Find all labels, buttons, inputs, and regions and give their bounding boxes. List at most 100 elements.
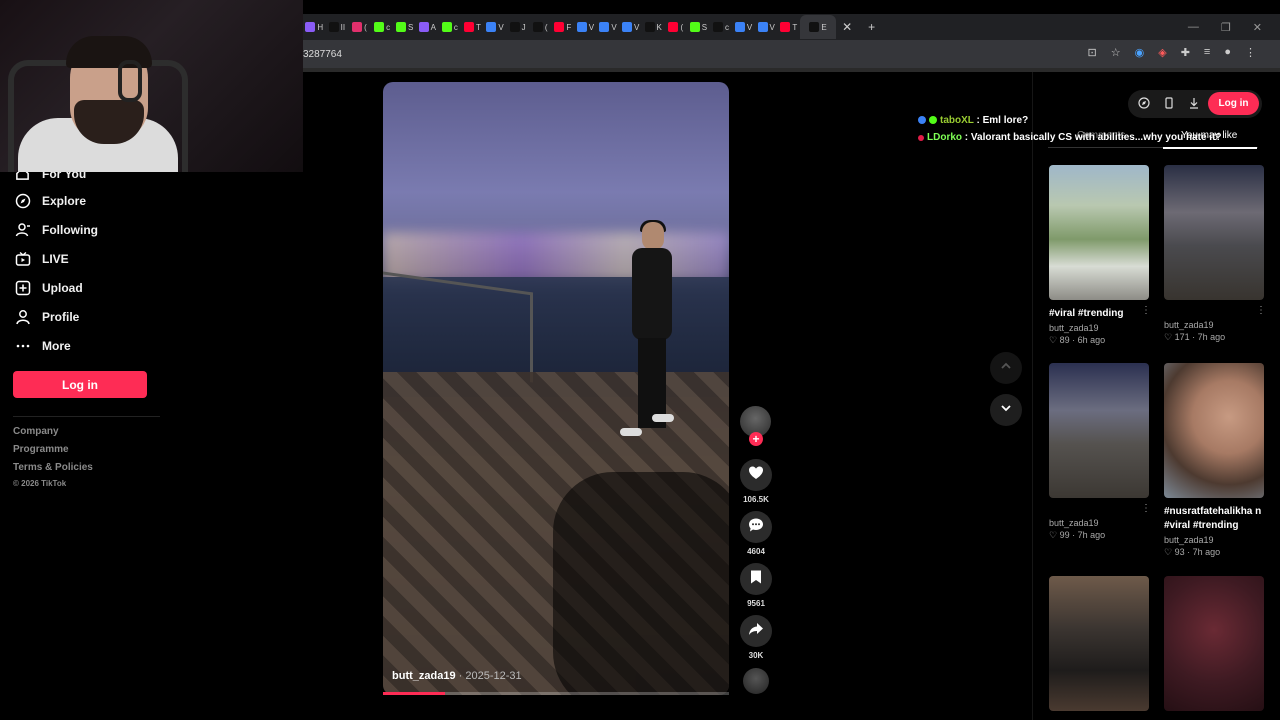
browser-tab[interactable]: T [461, 15, 484, 39]
screen: H II (c S Ac T V J (F V V V K (Sc V V T E ✕ + — ❐ ✕ 3287764… [0, 0, 1280, 720]
browser-tab[interactable]: II [326, 15, 349, 39]
browser-tab[interactable]: V [484, 15, 507, 39]
browser-tab[interactable]: c [710, 15, 733, 39]
browser-tab[interactable]: c [439, 15, 462, 39]
video-thumbnail[interactable] [1049, 576, 1149, 711]
browser-tab[interactable]: ( [529, 15, 552, 39]
badge-icon [918, 135, 924, 141]
browser-toolbar-icons: ⊡ ☆ ◉ ◈ ✚ ≡ ● ⋮ [1088, 46, 1256, 59]
browser-tab[interactable]: c [371, 15, 394, 39]
footer-link-company[interactable]: Company [13, 426, 59, 437]
suggested-video-card[interactable]: #viral #trending butt_zada19 ♡ 89 · 6h a… [1049, 165, 1159, 346]
suggested-video-card[interactable] [1049, 576, 1159, 711]
sound-avatar[interactable] [743, 668, 769, 694]
like-button[interactable] [740, 459, 772, 491]
download-icon[interactable] [1188, 96, 1200, 114]
chevron-down-icon [999, 401, 1013, 420]
device-icon[interactable] [1163, 96, 1175, 114]
header-login-button[interactable]: Log in [1208, 92, 1259, 115]
maximize-icon[interactable]: ❐ [1221, 21, 1231, 34]
suggested-video-card[interactable]: #nusratfatehalikha n #viral #trending bu… [1164, 363, 1274, 558]
tab-favicon-icon [305, 22, 316, 32]
minimize-icon[interactable]: — [1188, 21, 1199, 33]
card-time: 7h ago [1077, 530, 1106, 540]
install-icon[interactable]: ⊡ [1088, 46, 1097, 59]
tab-favicon-icon [644, 22, 655, 32]
save-button[interactable] [740, 563, 772, 595]
browser-tab[interactable]: S [393, 15, 416, 39]
browser-tab[interactable]: ( [348, 15, 371, 39]
nav-explore[interactable]: Explore [14, 192, 86, 209]
suggested-video-card[interactable]: butt_zada19 ♡ 171 · 7h ago [1164, 165, 1274, 343]
browser-tab[interactable]: S [687, 15, 710, 39]
explore-icon[interactable] [1138, 96, 1150, 114]
previous-video-button[interactable] [990, 352, 1022, 384]
card-menu-icon[interactable]: ⋮ [1141, 305, 1151, 316]
browser-tab[interactable]: V [732, 15, 755, 39]
tab-favicon-icon [352, 22, 363, 32]
browser-tab[interactable]: V [619, 15, 642, 39]
suggested-video-card[interactable] [1164, 576, 1274, 711]
browser-tab[interactable]: H [303, 15, 326, 39]
extension-icon[interactable]: ◉ [1135, 46, 1145, 59]
browser-tab[interactable]: J [506, 15, 529, 39]
browser-tab[interactable]: E [800, 15, 837, 39]
video-progress-bar[interactable] [383, 692, 729, 695]
footer-link-terms[interactable]: Terms & Policies [13, 462, 93, 473]
video-player[interactable] [383, 82, 729, 695]
next-video-button[interactable] [990, 394, 1022, 426]
browser-tab[interactable]: V [755, 15, 778, 39]
window-close-icon[interactable]: ✕ [1253, 21, 1262, 34]
media-icon[interactable]: ≡ [1204, 46, 1210, 59]
video-author[interactable]: butt_zada19 [392, 670, 456, 682]
puzzle-icon[interactable]: ✚ [1181, 46, 1190, 59]
video-thumbnail[interactable] [1164, 165, 1264, 300]
card-title: #nusratfatehalikha n #viral #trending [1164, 506, 1262, 531]
comment-button[interactable] [740, 511, 772, 543]
profile-avatar-icon[interactable]: ● [1224, 46, 1231, 59]
card-user[interactable]: butt_zada19 [1164, 320, 1274, 330]
browser-tab[interactable]: ( [665, 15, 688, 39]
browser-tab[interactable]: K [642, 15, 665, 39]
bookmark-star-icon[interactable]: ☆ [1111, 46, 1121, 59]
nav-live[interactable]: LIVE [14, 250, 69, 267]
follow-button[interactable]: + [749, 432, 763, 446]
close-tab-icon[interactable]: ✕ [842, 20, 852, 34]
person-shape [620, 220, 676, 442]
extension-icon[interactable]: ◈ [1158, 46, 1166, 59]
live-icon [14, 250, 31, 267]
nav-label: Explore [42, 193, 87, 208]
card-menu-icon[interactable]: ⋮ [1256, 305, 1266, 316]
new-tab-button[interactable]: + [868, 20, 875, 34]
footer-link-programme[interactable]: Programme [13, 444, 69, 455]
video-progress-fill [383, 692, 446, 695]
card-user[interactable]: butt_zada19 [1049, 323, 1159, 333]
url-text[interactable]: 3287764 [303, 49, 342, 60]
tab-title: II [340, 22, 346, 32]
suggested-video-card[interactable]: butt_zada19 ♡ 99 · 7h ago [1049, 363, 1159, 541]
share-button[interactable] [740, 615, 772, 647]
card-time: 7h ago [1197, 332, 1226, 342]
browser-tab[interactable]: V [574, 15, 597, 39]
tab-title: F [566, 22, 572, 32]
menu-dots-icon[interactable]: ⋮ [1245, 46, 1256, 59]
tab-title: A [430, 22, 436, 32]
nav-following[interactable]: Following [14, 221, 98, 238]
browser-tab[interactable]: F [552, 15, 575, 39]
browser-tab[interactable]: A [416, 15, 439, 39]
card-user[interactable]: butt_zada19 [1164, 535, 1274, 545]
sidebar-login-button[interactable]: Log in [13, 371, 147, 398]
card-likes: 171 [1174, 332, 1190, 342]
browser-tab[interactable]: V [597, 15, 620, 39]
nav-more[interactable]: More [14, 337, 71, 354]
card-user[interactable]: butt_zada19 [1049, 518, 1159, 528]
video-thumbnail[interactable] [1049, 363, 1149, 498]
browser-tab[interactable]: T [777, 15, 800, 39]
chat-username: taboXL [940, 115, 974, 126]
card-menu-icon[interactable]: ⋮ [1141, 503, 1151, 514]
video-thumbnail[interactable] [1164, 363, 1264, 498]
nav-upload[interactable]: Upload [14, 279, 83, 296]
nav-profile[interactable]: Profile [14, 308, 79, 325]
video-thumbnail[interactable] [1164, 576, 1264, 711]
video-thumbnail[interactable] [1049, 165, 1149, 300]
